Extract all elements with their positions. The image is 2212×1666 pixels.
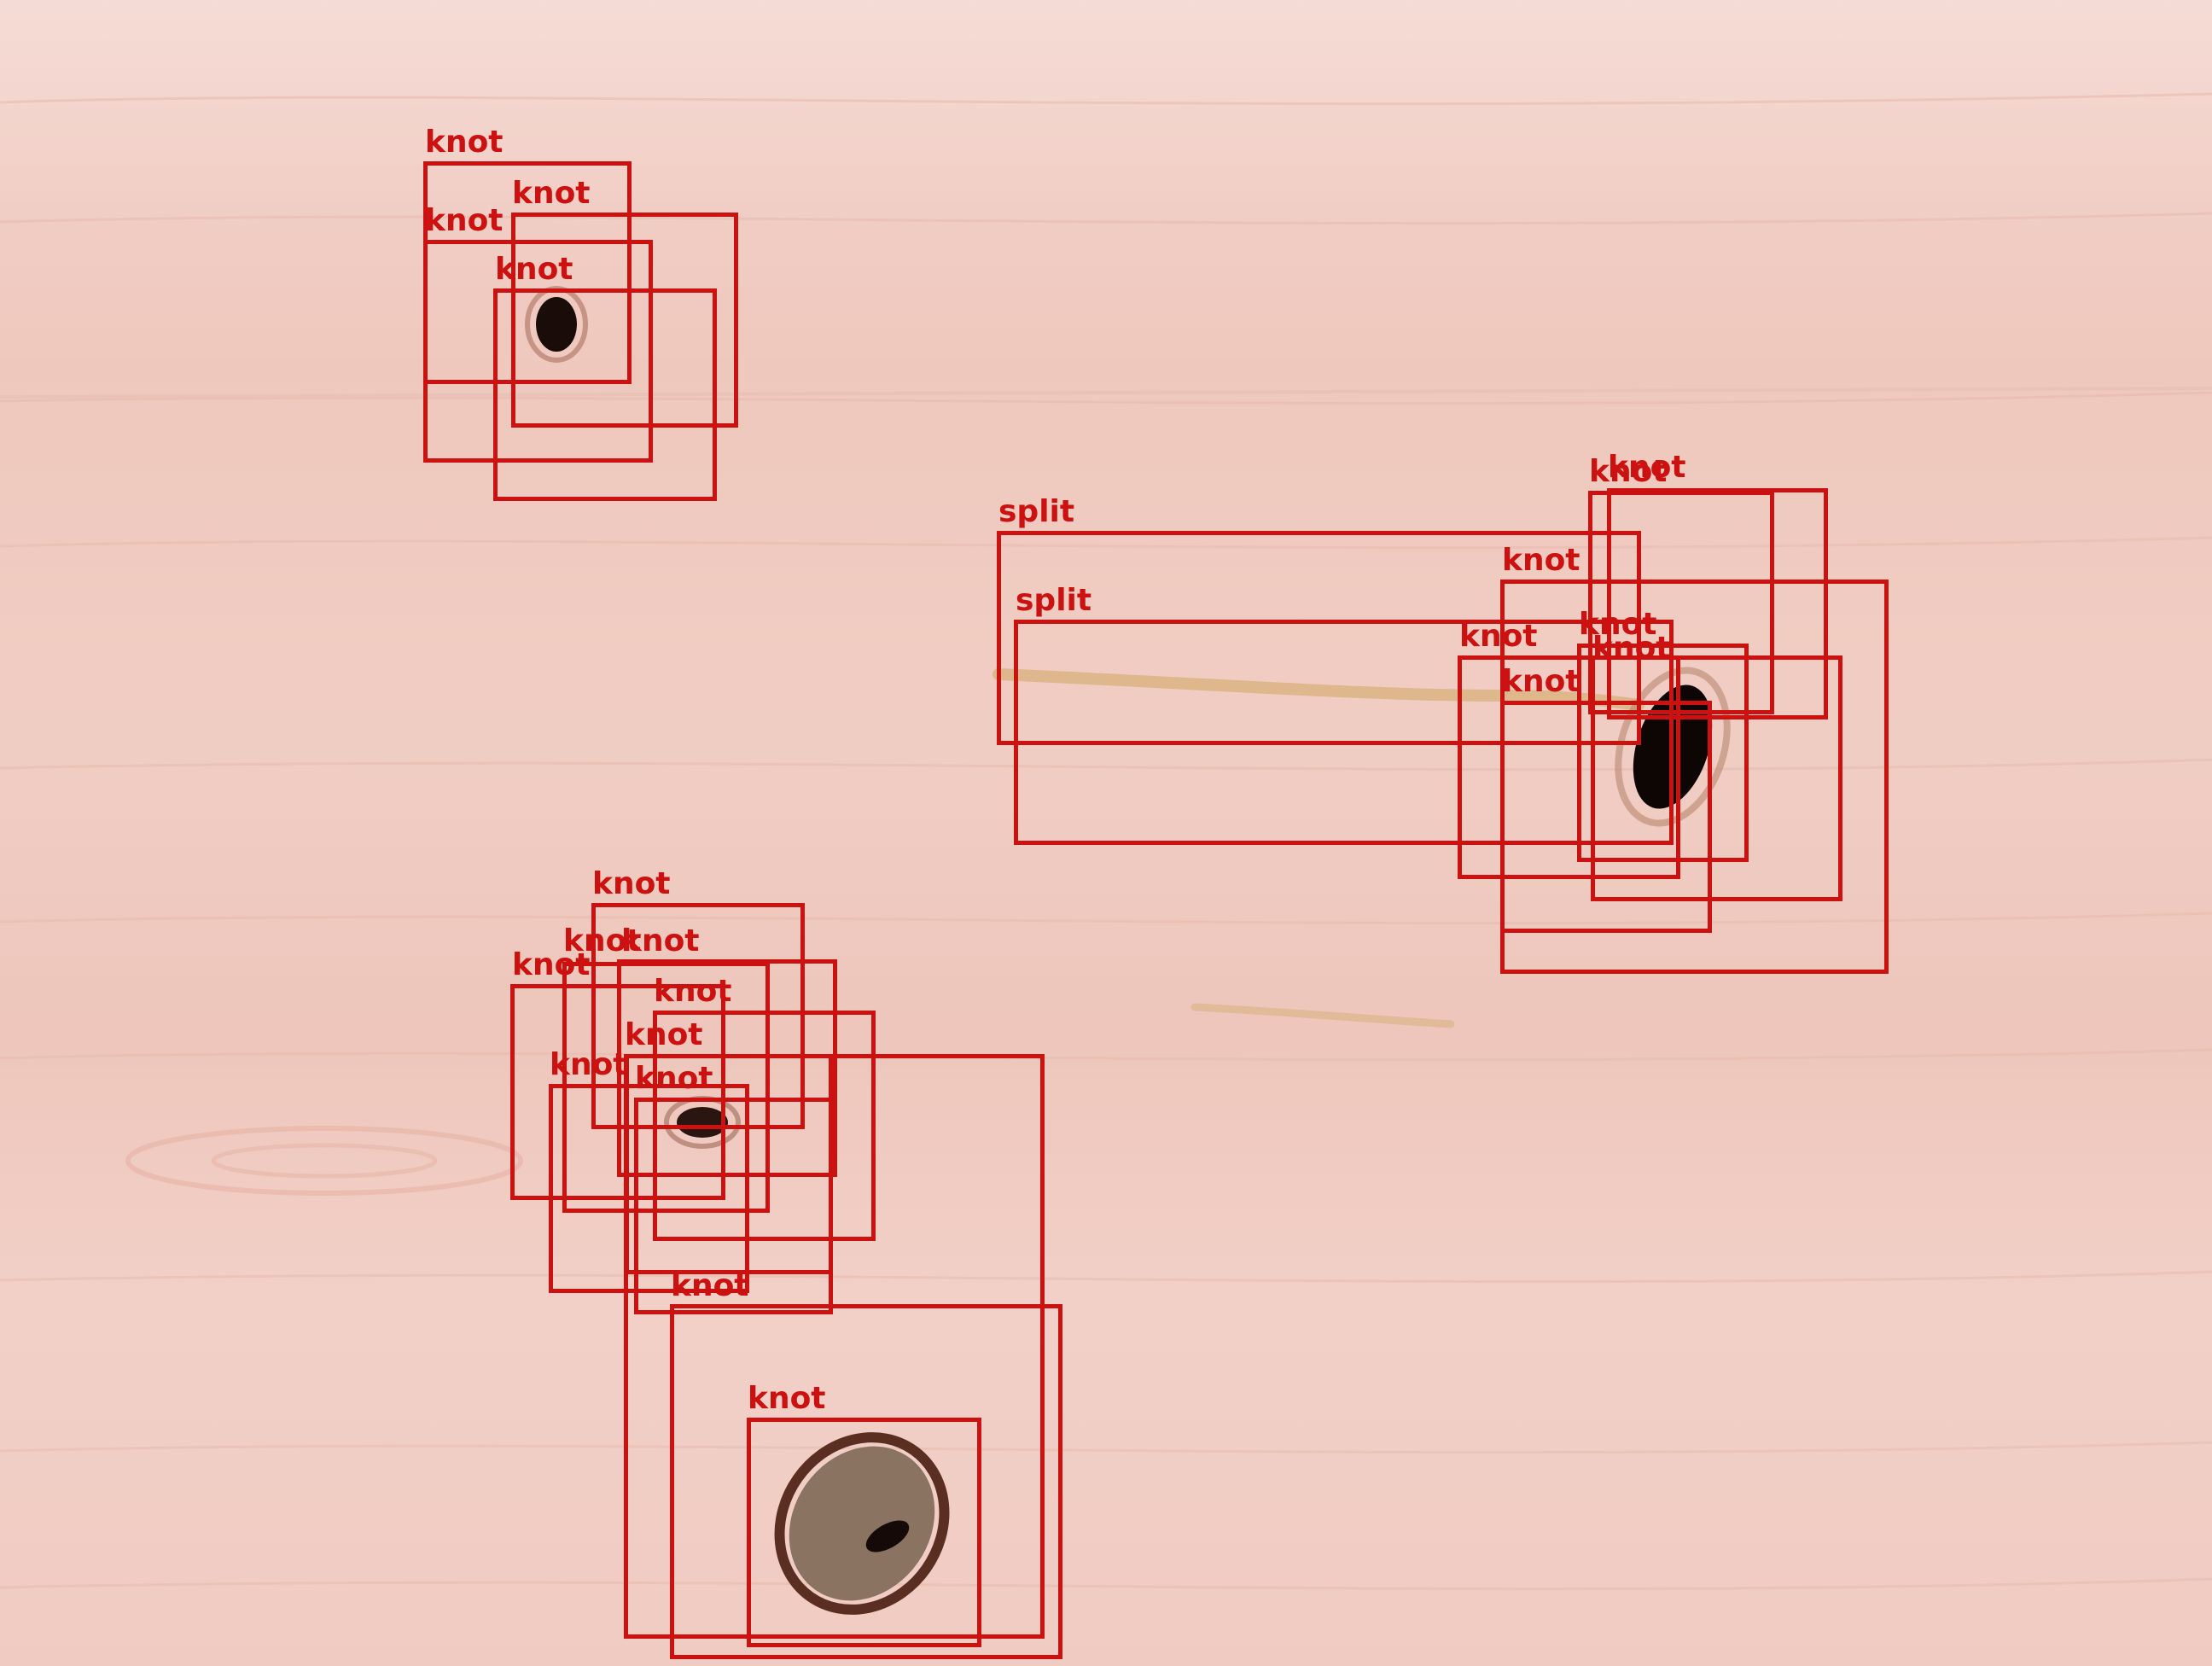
detection-label: knot <box>1502 664 1580 699</box>
detection-label: knot <box>1608 450 1686 485</box>
detection-label: knot <box>592 866 671 901</box>
detection-label: knot <box>425 125 504 160</box>
detection-label: knot <box>1592 631 1671 666</box>
detection-label: knot <box>671 1268 749 1303</box>
detection-label: knot <box>654 974 732 1009</box>
detection-label: knot <box>550 1047 628 1082</box>
detection-label: knot <box>1459 619 1538 654</box>
detection-label: knot <box>512 176 591 211</box>
detection-label: split <box>998 494 1075 529</box>
detection-label: knot <box>748 1381 826 1416</box>
detection-label: knot <box>1502 543 1580 578</box>
detection-box <box>493 288 717 501</box>
detection-label: knot <box>621 923 700 958</box>
wood-board-photo: knot knot knot knot split split knot kno… <box>0 0 2212 1666</box>
detection-box <box>747 1418 981 1647</box>
split-crack-lower <box>1190 1003 1455 1028</box>
detection-label: knot <box>625 1017 703 1052</box>
detection-label: split <box>1016 583 1092 618</box>
detection-box <box>1591 655 1842 901</box>
detection-label: knot <box>495 252 573 287</box>
detection-label: knot <box>512 947 591 982</box>
detection-label: knot <box>425 203 504 238</box>
